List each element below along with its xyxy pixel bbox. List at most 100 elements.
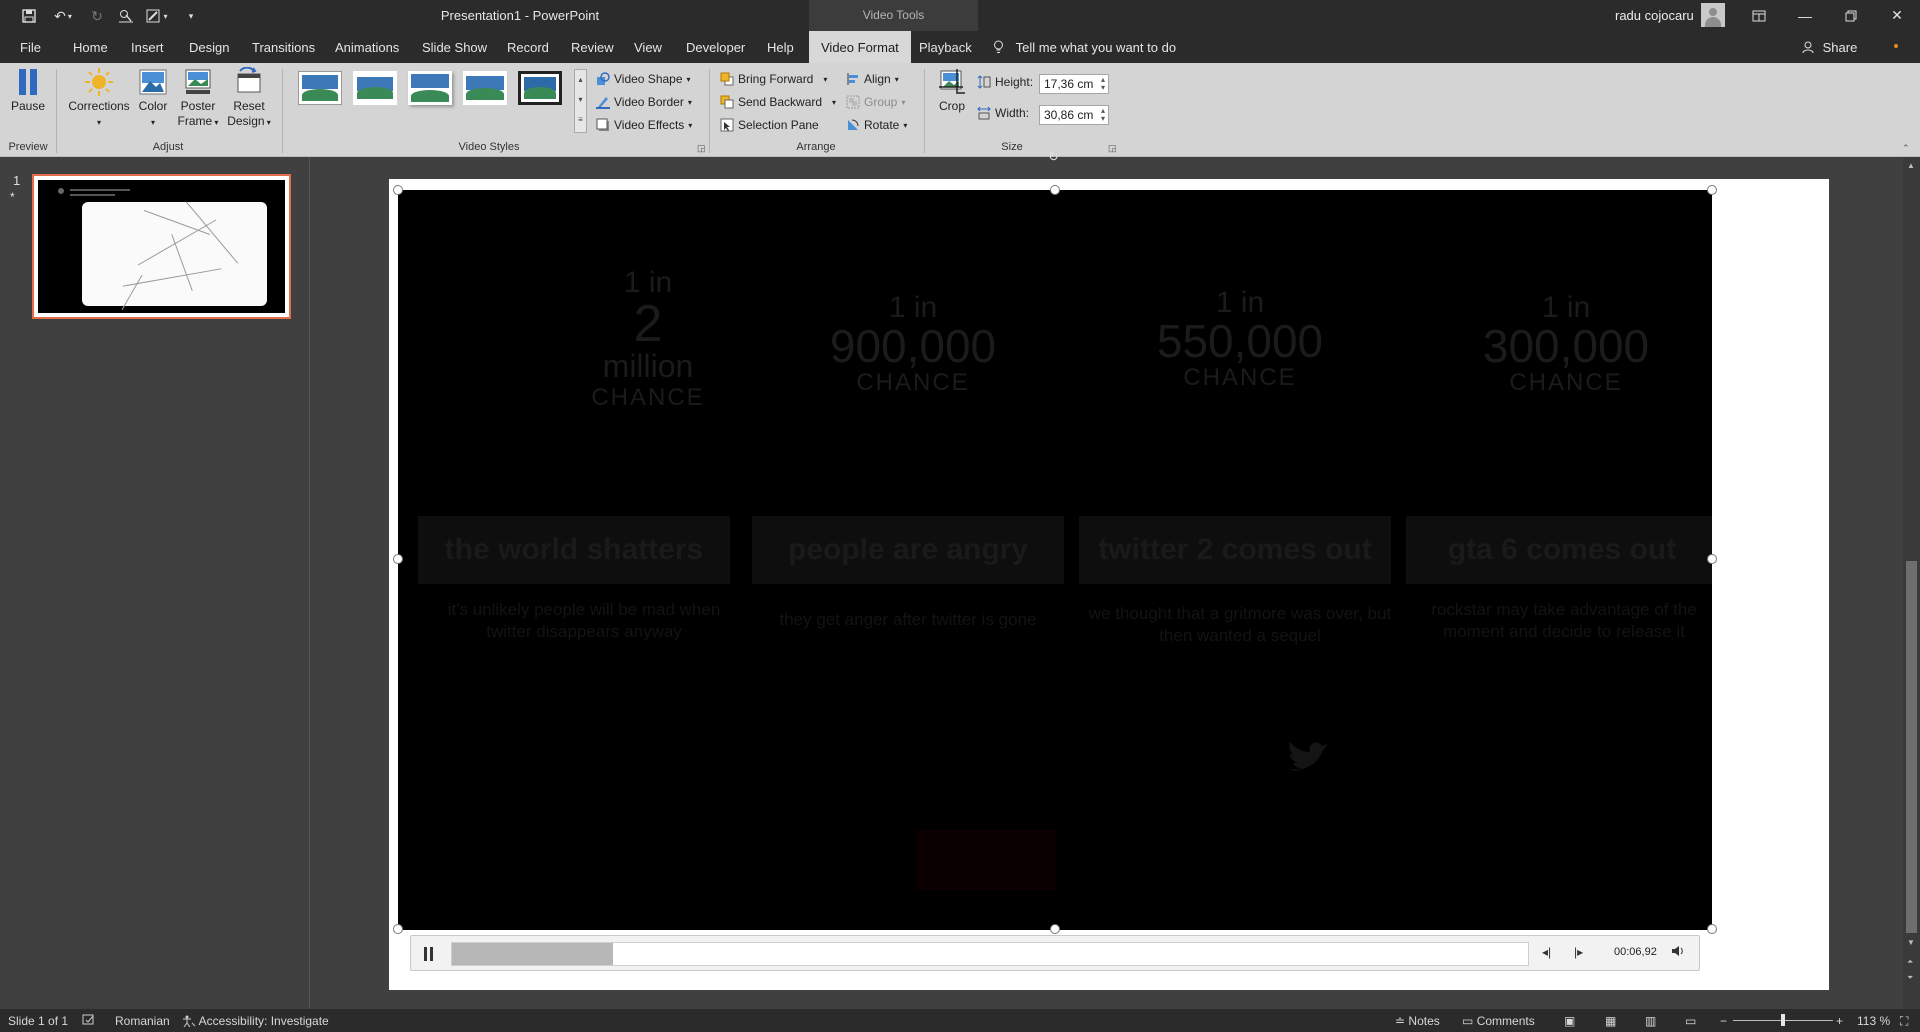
- collapse-ribbon-icon[interactable]: ⌃: [1902, 143, 1910, 154]
- video-style-1[interactable]: [298, 71, 342, 105]
- width-field[interactable]: 30,86 cm ▴ ▾: [1039, 105, 1109, 125]
- corrections-button[interactable]: Corrections ▾: [66, 67, 132, 130]
- color-button[interactable]: Color ▾: [136, 67, 170, 130]
- height-spinner[interactable]: ▴ ▾: [1101, 76, 1105, 92]
- step-forward-icon[interactable]: |▸: [1574, 945, 1583, 959]
- zoom-out-icon[interactable]: −: [1720, 1014, 1727, 1028]
- resize-handle-top[interactable]: [1050, 185, 1060, 195]
- rotate-label: Rotate: [864, 118, 900, 132]
- group-button[interactable]: Group ▾: [846, 92, 905, 112]
- shapes-icon: [596, 72, 610, 86]
- language[interactable]: Romanian: [115, 1014, 170, 1028]
- tab-insert[interactable]: Insert: [131, 31, 164, 63]
- tab-file[interactable]: File: [20, 31, 41, 63]
- pause-icon[interactable]: [417, 942, 441, 966]
- notes-button[interactable]: ≐ Notes: [1395, 1014, 1440, 1028]
- poster-frame-button[interactable]: Poster Frame ▾: [175, 67, 221, 130]
- tab-transitions[interactable]: Transitions: [252, 31, 315, 63]
- resize-handle-left[interactable]: [393, 554, 403, 564]
- seek-bar[interactable]: [451, 942, 1529, 966]
- tell-me-search[interactable]: Tell me what you want to do: [993, 31, 1176, 63]
- tab-animations[interactable]: Animations: [335, 31, 399, 63]
- video-style-3[interactable]: [408, 71, 452, 105]
- poster-frame-icon: [183, 67, 213, 97]
- scroll-up-icon[interactable]: ▲: [1907, 161, 1915, 170]
- spelling-check-icon[interactable]: [82, 1014, 96, 1029]
- tab-playback[interactable]: Playback: [919, 31, 972, 63]
- scroll-down-icon[interactable]: ▼: [1907, 938, 1915, 947]
- video-styles-gallery-scroll[interactable]: ▴ ▾ ≡: [574, 69, 587, 133]
- resize-handle-top-left[interactable]: [393, 185, 403, 195]
- ribbon-tabs: File Home Insert Design Transitions Anim…: [0, 31, 1920, 63]
- pause-preview-button[interactable]: Pause: [10, 67, 46, 114]
- tab-home[interactable]: Home: [73, 31, 108, 63]
- tab-video-format[interactable]: Video Format: [809, 31, 911, 63]
- adjust-group-label: Adjust: [152, 141, 184, 153]
- resize-handle-bottom[interactable]: [1050, 924, 1060, 934]
- vertical-scrollbar[interactable]: ▲ ▼ ⏶ ⏷: [1903, 157, 1920, 1009]
- tab-view[interactable]: View: [634, 31, 662, 63]
- tab-help[interactable]: Help: [767, 31, 794, 63]
- height-label-row: Height:: [977, 72, 1033, 92]
- resize-handle-top-right[interactable]: [1707, 185, 1717, 195]
- comments-button[interactable]: ▭ Comments: [1462, 1014, 1535, 1028]
- share-button[interactable]: Share: [1802, 31, 1857, 63]
- height-field[interactable]: 17,36 cm ▴ ▾: [1039, 74, 1109, 94]
- slide-thumbnail-1[interactable]: [32, 174, 291, 319]
- picture-color-icon: [138, 67, 168, 97]
- tab-slide-show[interactable]: Slide Show: [422, 31, 487, 63]
- zoom-slider-thumb[interactable]: [1781, 1014, 1785, 1026]
- rotate-button[interactable]: Rotate ▾: [846, 115, 907, 135]
- status-bar: Slide 1 of 1 Romanian Accessibility: Inv…: [0, 1009, 1920, 1032]
- fit-slide-icon[interactable]: ⛶: [1900, 1014, 1908, 1029]
- scrollbar-thumb[interactable]: [1906, 561, 1917, 933]
- video-shape-button[interactable]: Video Shape ▾: [596, 69, 691, 89]
- next-slide-icon[interactable]: ⏷: [1907, 973, 1913, 983]
- corrections-label: Corrections: [68, 99, 130, 113]
- step-back-icon[interactable]: ◂|: [1542, 945, 1551, 959]
- zoom-in-icon[interactable]: +: [1836, 1014, 1843, 1028]
- video-style-2[interactable]: [353, 71, 397, 105]
- accessibility-status[interactable]: Accessibility: Investigate: [182, 1014, 329, 1028]
- video-card-2: people are angry: [752, 516, 1064, 584]
- video-style-5[interactable]: [518, 71, 562, 105]
- previous-slide-icon[interactable]: ⏶: [1907, 957, 1913, 967]
- bring-forward-button[interactable]: Bring Forward ▾: [720, 69, 827, 89]
- resize-handle-bottom-left[interactable]: [393, 924, 403, 934]
- volume-icon[interactable]: [1671, 944, 1685, 961]
- resize-handle-right[interactable]: [1707, 554, 1717, 564]
- video-style-4[interactable]: [463, 71, 507, 105]
- size-dialog-launcher[interactable]: ◲: [1108, 143, 1117, 154]
- tab-review[interactable]: Review: [571, 31, 614, 63]
- slide-show-icon[interactable]: ▭: [1685, 1014, 1696, 1028]
- pause-label: Pause: [10, 99, 46, 113]
- resize-handle-bottom-right[interactable]: [1707, 924, 1717, 934]
- bring-forward-icon: [720, 72, 734, 86]
- slide-sorter-icon[interactable]: ▦: [1605, 1014, 1616, 1028]
- share-label: Share: [1822, 40, 1858, 55]
- send-backward-button[interactable]: Send Backward ▾: [720, 92, 836, 112]
- tab-record[interactable]: Record: [507, 31, 549, 63]
- restore-icon[interactable]: [1828, 0, 1874, 31]
- ribbon-display-icon[interactable]: [1736, 0, 1782, 31]
- video-effects-button[interactable]: Video Effects ▾: [596, 115, 692, 135]
- avatar[interactable]: [1701, 3, 1725, 27]
- align-button[interactable]: Align ▾: [846, 69, 899, 89]
- user-name[interactable]: radu cojocaru: [1615, 8, 1694, 23]
- video-border-button[interactable]: Video Border ▾: [596, 92, 692, 112]
- video-frame[interactable]: 1 in 2 million CHANCE 1 in 900,000 CHANC…: [398, 190, 1712, 930]
- close-icon[interactable]: ✕: [1874, 0, 1920, 31]
- video-styles-dialog-launcher[interactable]: ◲: [697, 143, 706, 154]
- reset-design-button[interactable]: Reset Design ▾: [224, 66, 274, 130]
- rotate-handle-icon[interactable]: ↻: [1048, 149, 1062, 164]
- minimize-icon[interactable]: —: [1782, 0, 1828, 31]
- tab-design[interactable]: Design: [189, 31, 229, 63]
- pen-border-icon: [596, 95, 610, 109]
- selection-pane-button[interactable]: Selection Pane: [720, 115, 819, 135]
- crop-button[interactable]: Crop: [934, 67, 970, 114]
- normal-view-icon[interactable]: ▣: [1564, 1014, 1575, 1028]
- zoom-level[interactable]: 113 %: [1857, 1014, 1890, 1028]
- reading-view-icon[interactable]: ▥: [1645, 1014, 1656, 1028]
- width-spinner[interactable]: ▴ ▾: [1101, 107, 1105, 123]
- tab-developer[interactable]: Developer: [686, 31, 745, 63]
